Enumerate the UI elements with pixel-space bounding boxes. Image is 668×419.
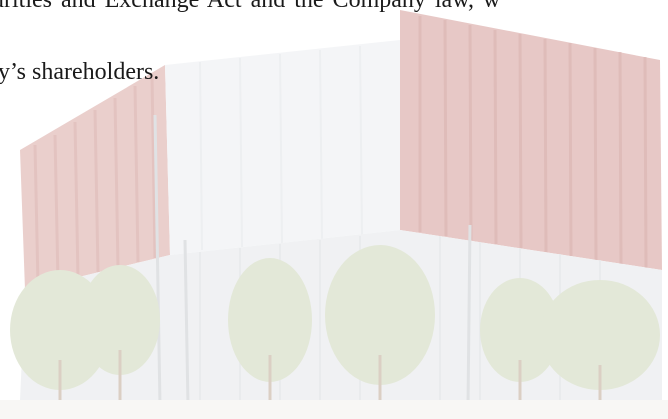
body-text-line-1: urities and Exchange Act and the Company… xyxy=(0,0,501,13)
document-page: urities and Exchange Act and the Company… xyxy=(0,0,668,419)
body-text-line-2: y’s shareholders. xyxy=(0,59,160,85)
